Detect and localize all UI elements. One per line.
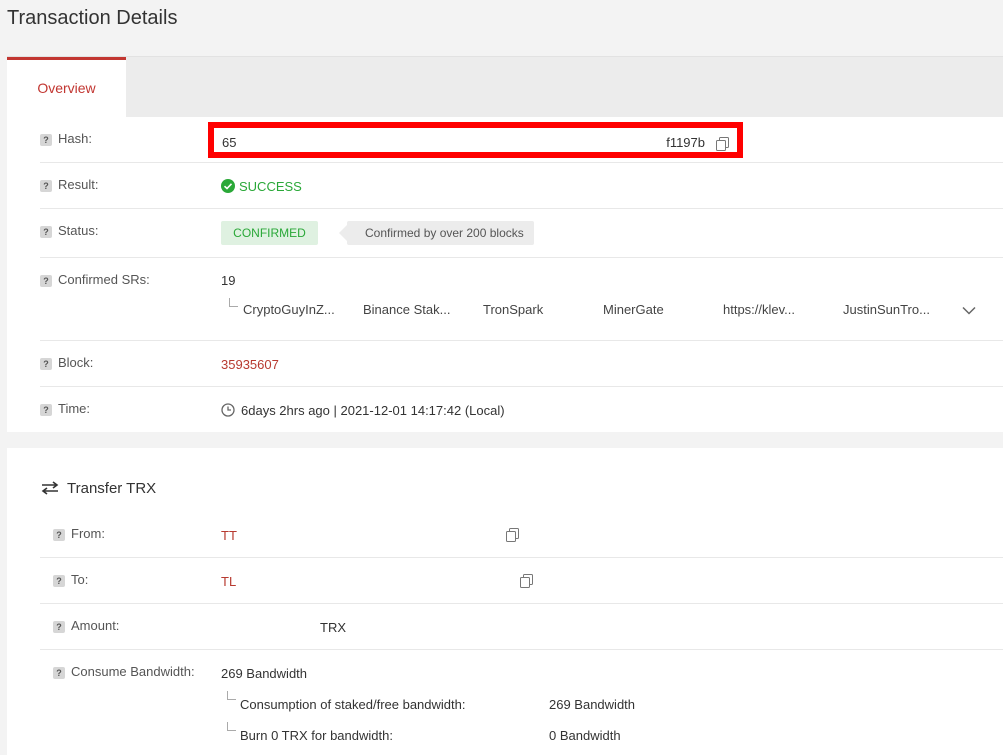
bandwidth-row: ? Consume Bandwidth: 269 Bandwidth Consum… (40, 650, 1003, 755)
sr-item[interactable]: https://klev... (723, 302, 795, 317)
bandwidth-detail-value: 269 Bandwidth (549, 697, 636, 712)
copy-icon[interactable] (520, 574, 533, 588)
time-row: ? Time: 6days 2hrs ago | 2021-12-01 14:17… (40, 387, 1003, 432)
confirmed-srs-count: 19 (221, 273, 236, 288)
copy-icon[interactable] (716, 137, 729, 151)
sr-item[interactable]: JustinSunTro... (843, 302, 930, 317)
help-icon[interactable]: ? (53, 666, 65, 679)
tab-overview[interactable]: Overview (7, 57, 126, 118)
bandwidth-detail-label: Burn 0 TRX for bandwidth: (240, 728, 393, 743)
status-row: ? Status: CONFIRMED Confirmed by over 200… (40, 209, 1003, 258)
overview-card: ? Hash: 65 f1197b ? Result: SUCCESS ? Statu… (7, 117, 1003, 432)
time-value: 6days 2hrs ago | 2021-12-01 14:17:42 (Lo… (241, 403, 505, 418)
bandwidth-detail-value: 0 Bandwidth (549, 728, 621, 743)
status-label: Status: (58, 223, 99, 238)
sr-item[interactable]: Binance Stak... (363, 302, 450, 317)
tree-connector (227, 722, 236, 731)
sr-item[interactable]: TronSpark (483, 302, 543, 317)
transfer-card: Transfer TRX ? From: TT ? To: TL ? Amount: … (7, 448, 1003, 755)
copy-icon[interactable] (506, 528, 519, 542)
confirmed-srs-row: ? Confirmed SRs: 19 CryptoGuyInZ... Binan… (40, 258, 1003, 341)
help-icon[interactable]: ? (53, 574, 65, 587)
hash-value-end: f1197b (666, 135, 705, 150)
confirmed-srs-label: Confirmed SRs: (58, 272, 150, 287)
help-icon[interactable]: ? (40, 403, 52, 416)
chevron-down-icon[interactable] (962, 306, 976, 315)
block-row: ? Block: 35935607 (40, 341, 1003, 387)
section-title: Transfer TRX (67, 480, 157, 497)
tree-connector (229, 298, 238, 307)
transfer-arrows-icon (41, 481, 59, 495)
amount-unit: TRX (320, 620, 346, 635)
bandwidth-label: Consume Bandwidth: (71, 664, 195, 679)
bandwidth-value: 269 Bandwidth (221, 666, 308, 681)
from-address-link[interactable]: TT (221, 528, 237, 543)
result-value: SUCCESS (239, 179, 302, 194)
help-icon[interactable]: ? (40, 225, 52, 238)
help-icon[interactable]: ? (40, 133, 52, 146)
from-row: ? From: TT (40, 512, 1003, 558)
amount-row: ? Amount: TRX (40, 604, 1003, 650)
help-icon[interactable]: ? (40, 179, 52, 192)
confirmation-tooltip: Confirmed by over 200 blocks (339, 221, 534, 245)
page-title: Transaction Details (7, 7, 178, 29)
result-row: ? Result: SUCCESS (40, 163, 1003, 209)
help-icon[interactable]: ? (40, 357, 52, 370)
clock-icon (221, 403, 235, 417)
tab-bar: Overview (7, 56, 1003, 118)
block-label: Block: (58, 355, 94, 370)
time-label: Time: (58, 401, 91, 416)
sr-item[interactable]: MinerGate (603, 302, 664, 317)
status-badge: CONFIRMED (221, 221, 318, 245)
to-row: ? To: TL (40, 558, 1003, 604)
help-icon[interactable]: ? (40, 274, 52, 287)
hash-value-start: 65 (222, 135, 237, 150)
from-label: From: (71, 526, 105, 541)
to-label: To: (71, 572, 89, 587)
hash-highlight-box: 65 f1197b (208, 122, 743, 158)
hash-row: ? Hash: 65 f1197b (40, 117, 1003, 163)
hash-label: Hash: (58, 131, 92, 146)
sr-item[interactable]: CryptoGuyInZ... (243, 302, 335, 317)
amount-label: Amount: (71, 618, 120, 633)
success-check-icon (221, 179, 235, 193)
block-link[interactable]: 35935607 (221, 357, 279, 372)
tree-connector (227, 691, 236, 700)
result-label: Result: (58, 177, 99, 192)
help-icon[interactable]: ? (53, 528, 65, 541)
bandwidth-detail-label: Consumption of staked/free bandwidth: (240, 697, 466, 712)
to-address-link[interactable]: TL (221, 574, 236, 589)
help-icon[interactable]: ? (53, 620, 65, 633)
